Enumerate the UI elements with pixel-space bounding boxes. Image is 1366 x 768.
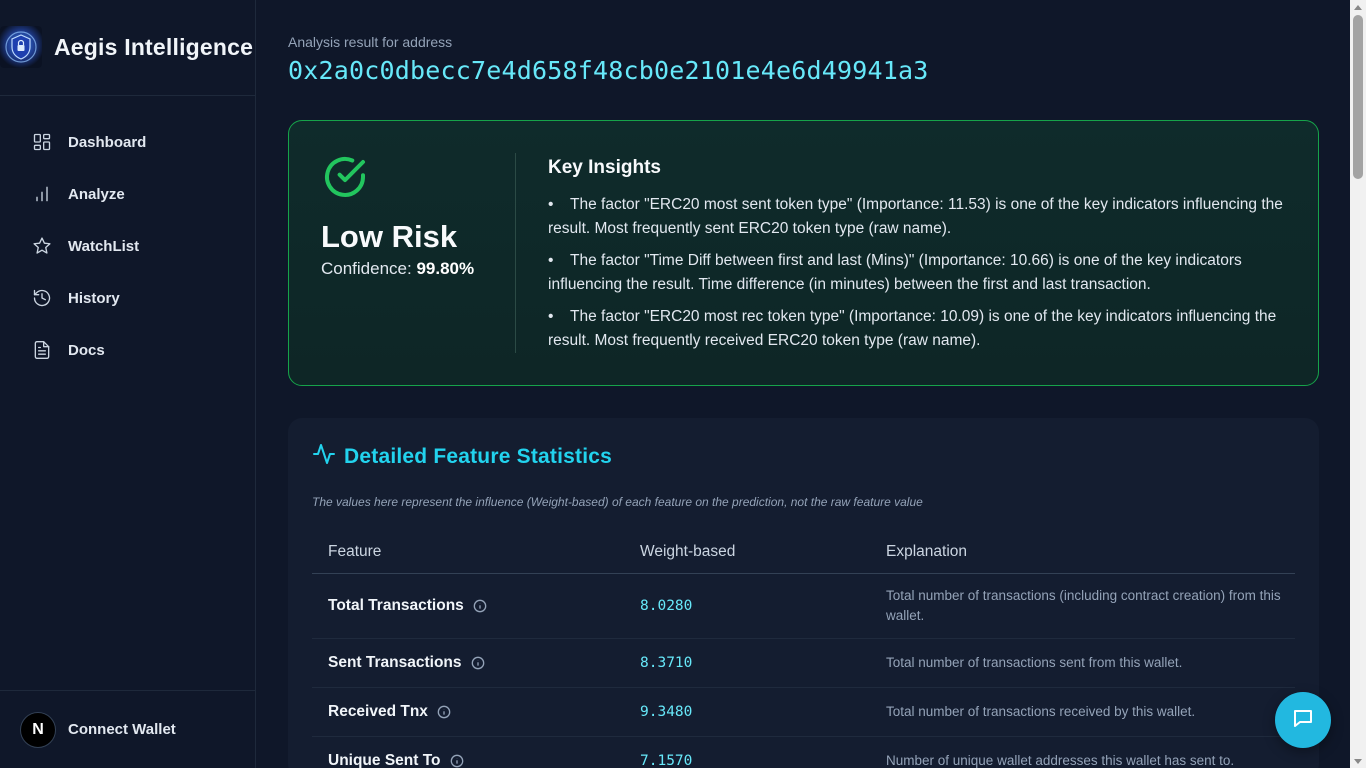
feature-name: Received Tnx bbox=[328, 703, 428, 720]
connect-wallet-label: Connect Wallet bbox=[68, 721, 176, 738]
feature-cell: Sent Transactions bbox=[312, 654, 640, 672]
sidebar-item-history[interactable]: History bbox=[0, 272, 255, 324]
page-scrollbar[interactable] bbox=[1350, 0, 1366, 768]
insight-text: The factor "ERC20 most sent token type" … bbox=[548, 196, 1283, 237]
activity-icon bbox=[312, 442, 336, 471]
chat-button[interactable] bbox=[1275, 692, 1331, 748]
stats-title: Detailed Feature Statistics bbox=[344, 444, 612, 468]
check-circle-icon bbox=[321, 153, 369, 201]
star-icon bbox=[32, 236, 52, 256]
app-title: Aegis Intelligence bbox=[54, 34, 254, 60]
scroll-down-arrow-icon[interactable] bbox=[1350, 754, 1366, 768]
wallet-avatar: N bbox=[20, 711, 56, 748]
history-icon bbox=[32, 288, 52, 308]
stats-note: The values here represent the influence … bbox=[312, 495, 923, 509]
feature-cell: Unique Sent To bbox=[312, 752, 640, 768]
chat-icon bbox=[1291, 706, 1315, 735]
insights-list: • The factor "ERC20 most sent token type"… bbox=[548, 193, 1288, 353]
weight-value: 8.0280 bbox=[640, 598, 693, 614]
insight-text: The factor "ERC20 most rec token type" (… bbox=[548, 308, 1277, 349]
confidence-label: Confidence: bbox=[321, 259, 412, 278]
column-header-weight: Weight-based bbox=[640, 542, 736, 560]
feature-table: Feature Weight-based Explanation Total T… bbox=[312, 530, 1295, 768]
feature-cell: Total Transactions bbox=[312, 597, 640, 615]
feature-name: Unique Sent To bbox=[328, 752, 441, 768]
confidence: Confidence: 99.80% bbox=[321, 259, 474, 279]
feature-name: Total Transactions bbox=[328, 597, 464, 614]
sidebar-item-dashboard[interactable]: Dashboard bbox=[0, 116, 255, 168]
sidebar-item-label: Dashboard bbox=[68, 133, 147, 151]
sidebar-item-label: Docs bbox=[68, 341, 105, 359]
sidebar-nav: Dashboard Analyze WatchList History Docs bbox=[0, 96, 255, 376]
logo-icon bbox=[0, 25, 42, 68]
feature-cell: Received Tnx bbox=[312, 703, 640, 721]
stats-header: Detailed Feature Statistics bbox=[312, 442, 612, 471]
brand[interactable]: Aegis Intelligence bbox=[0, 0, 255, 96]
insight-item: • The factor "ERC20 most sent token type"… bbox=[548, 196, 1283, 237]
info-icon[interactable] bbox=[473, 599, 487, 613]
sidebar-item-label: History bbox=[68, 289, 120, 307]
wallet-address: 0x2a0c0dbecc7e4d658f48cb0e2101e4e6d49941… bbox=[288, 56, 929, 85]
info-icon[interactable] bbox=[437, 705, 451, 719]
sidebar: Aegis Intelligence Dashboard Analyze Wat… bbox=[0, 0, 256, 768]
feature-explanation: Total number of transactions sent from t… bbox=[886, 655, 1183, 670]
sidebar-item-label: Analyze bbox=[68, 185, 125, 203]
risk-level: Low Risk bbox=[321, 219, 458, 254]
insights-title: Key Insights bbox=[548, 157, 661, 178]
feature-statistics-card: Detailed Feature Statistics The values h… bbox=[288, 418, 1319, 768]
sidebar-item-analyze[interactable]: Analyze bbox=[0, 168, 255, 220]
column-header-explanation: Explanation bbox=[886, 542, 968, 560]
info-icon[interactable] bbox=[471, 656, 485, 670]
sidebar-item-docs[interactable]: Docs bbox=[0, 324, 255, 376]
address-caption: Analysis result for address bbox=[288, 34, 453, 50]
insight-text: The factor "Time Diff between first and … bbox=[548, 252, 1242, 293]
scroll-up-arrow-icon[interactable] bbox=[1350, 0, 1366, 14]
vertical-divider bbox=[515, 153, 516, 353]
scroll-thumb[interactable] bbox=[1353, 15, 1363, 179]
info-icon[interactable] bbox=[450, 754, 464, 768]
weight-value: 9.3480 bbox=[640, 704, 693, 720]
confidence-value: 99.80% bbox=[416, 259, 475, 278]
risk-summary-card: Low Risk Confidence: 99.80% Key Insights… bbox=[288, 120, 1319, 386]
feature-explanation: Total number of transactions (including … bbox=[886, 588, 1281, 623]
feature-explanation: Number of unique wallet addresses this w… bbox=[886, 753, 1235, 768]
dashboard-icon bbox=[32, 132, 52, 152]
sidebar-item-label: WatchList bbox=[68, 237, 140, 255]
feature-explanation: Total number of transactions received by… bbox=[886, 704, 1196, 719]
weight-value: 8.3710 bbox=[640, 655, 693, 671]
table-row: Unique Sent To 7.1570 Number of unique w… bbox=[312, 737, 1295, 768]
feature-name: Sent Transactions bbox=[328, 654, 462, 671]
bar-chart-icon bbox=[32, 184, 52, 204]
weight-value: 7.1570 bbox=[640, 753, 693, 768]
insight-item: • The factor "ERC20 most rec token type" … bbox=[548, 308, 1277, 349]
connect-wallet-button[interactable]: N Connect Wallet bbox=[0, 690, 255, 768]
table-row: Sent Transactions 8.3710 Total number of… bbox=[312, 639, 1295, 688]
insight-item: • The factor "Time Diff between first and… bbox=[548, 252, 1242, 293]
table-row: Received Tnx 9.3480 Total number of tran… bbox=[312, 688, 1295, 737]
key-insights: Key Insights • The factor "ERC20 most sen… bbox=[548, 157, 1288, 361]
sidebar-item-watchlist[interactable]: WatchList bbox=[0, 220, 255, 272]
column-header-feature: Feature bbox=[328, 542, 382, 560]
table-row: Total Transactions 8.0280 Total number o… bbox=[312, 574, 1295, 639]
table-header: Feature Weight-based Explanation bbox=[312, 530, 1295, 574]
document-icon bbox=[32, 340, 52, 360]
main-content: Analysis result for address 0x2a0c0dbecc… bbox=[256, 0, 1350, 768]
